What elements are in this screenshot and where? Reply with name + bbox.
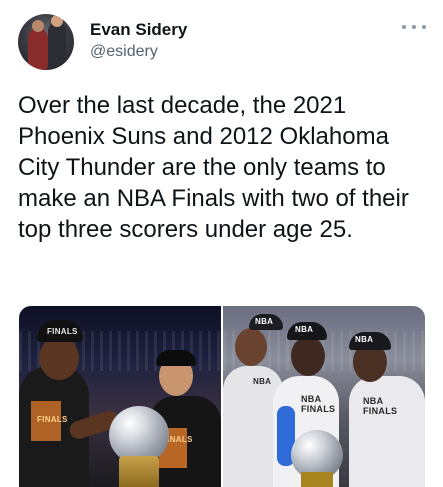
more-dot bbox=[422, 25, 426, 29]
avatar-head-left bbox=[32, 20, 44, 32]
player-right-cap bbox=[156, 350, 196, 366]
trophy-base bbox=[119, 456, 159, 487]
tweet-card[interactable]: Evan Sidery @esidery Over the last decad… bbox=[0, 0, 443, 487]
cap-label-left: FINALS bbox=[47, 327, 78, 336]
cap-label-b: NBA bbox=[295, 325, 314, 334]
player-left-head bbox=[39, 336, 79, 380]
tweet-text: Over the last decade, the 2021 Phoenix S… bbox=[18, 92, 409, 243]
more-dot bbox=[402, 25, 406, 29]
shirt-label-a: NBA bbox=[253, 377, 272, 386]
more-horizontal-icon[interactable] bbox=[402, 20, 426, 34]
shirt-label-b: NBA FINALS bbox=[301, 394, 336, 414]
trophy-base-right bbox=[301, 472, 333, 487]
avatar-head-right bbox=[51, 15, 63, 27]
more-dot bbox=[412, 25, 416, 29]
photo-thunder[interactable]: NBA NBA NBA NBA FINALS NBA NBA FINALS bbox=[223, 306, 425, 487]
cap-label-a: NBA bbox=[255, 317, 274, 326]
author-handle[interactable]: @esidery bbox=[90, 43, 158, 61]
avatar-figure-left bbox=[28, 28, 48, 70]
tweet-media[interactable]: FINALS FINALS FINALS NBA NBA NBA NBA FIN… bbox=[19, 306, 425, 487]
shirt-label-left: FINALS bbox=[37, 415, 68, 424]
player-a-head bbox=[235, 328, 267, 366]
cap-label-c: NBA bbox=[355, 335, 374, 344]
player-b-head bbox=[291, 336, 325, 376]
avatar[interactable] bbox=[18, 14, 74, 70]
photo-suns[interactable]: FINALS FINALS FINALS bbox=[19, 306, 221, 487]
player-c-body bbox=[349, 376, 425, 487]
avatar-figure-right bbox=[48, 22, 66, 70]
author-display-name[interactable]: Evan Sidery bbox=[90, 20, 187, 40]
shirt-label-c: NBA FINALS bbox=[363, 396, 398, 416]
